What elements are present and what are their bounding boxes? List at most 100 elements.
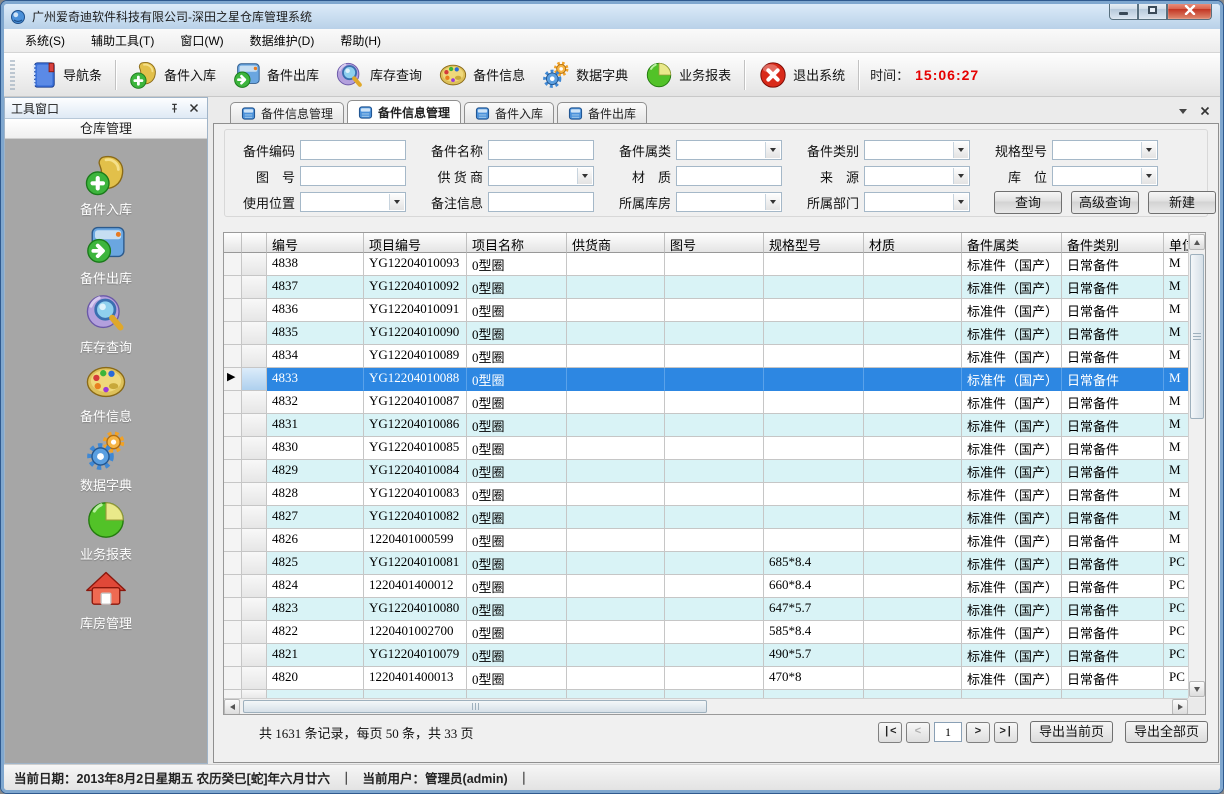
sidebar-item-parts-out[interactable]: 备件出库 [5,222,207,291]
scroll-up-icon[interactable] [1189,234,1205,250]
tab-parts-info-mgmt-1[interactable]: 备件信息管理 [230,102,344,123]
prev-page-button[interactable]: < [906,722,930,743]
column-header-spec-model[interactable]: 规格型号 [764,233,864,253]
menu-item-window[interactable]: 窗口(W) [167,29,236,52]
tab-parts-in[interactable]: 备件入库 [464,102,554,123]
column-header-supplier[interactable]: 供货商 [567,233,665,253]
menu-item-data-maintenance[interactable]: 数据维护(D) [237,29,328,52]
export-all-pages-button[interactable]: 导出全部页 [1125,721,1208,743]
part-name-input[interactable] [488,140,594,160]
chevron-down-icon[interactable] [953,142,968,158]
toolbar-navbar-button[interactable]: 导航条 [20,56,110,94]
table-row[interactable]: 4825YG122040100810型圈685*8.4标准件（国产）日常备件PC [224,552,1190,575]
column-header-part-attr[interactable]: 备件属类 [962,233,1062,253]
sidebar-item-biz-report[interactable]: 业务报表 [5,498,207,567]
table-row[interactable]: 4831YG122040100860型圈标准件（国产）日常备件M [224,414,1190,437]
table-row[interactable]: 4828YG122040100830型圈标准件（国产）日常备件M [224,483,1190,506]
table-row[interactable]: 4836YG122040100910型圈标准件（国产）日常备件M [224,299,1190,322]
table-row[interactable]: 4838YG122040100930型圈标准件（国产）日常备件M [224,253,1190,276]
toolbar-exit-button[interactable]: 退出系统 [750,56,853,94]
scroll-down-icon[interactable] [1189,681,1205,697]
column-header-unit[interactable]: 单位 [1164,233,1190,253]
vertical-scroll-thumb[interactable] [1190,254,1204,419]
last-page-button[interactable]: >| [994,722,1018,743]
toolbar-parts-out-button[interactable]: 备件出库 [224,56,327,94]
chevron-down-icon[interactable] [1141,142,1156,158]
chevron-down-icon[interactable] [765,142,780,158]
table-row[interactable]: 482012204014000130型圈470*8标准件（国产）日常备件PC [224,667,1190,690]
close-panel-icon[interactable] [187,101,201,115]
chevron-down-icon[interactable] [765,194,780,210]
minimize-button[interactable] [1109,1,1138,20]
table-row[interactable]: 4832YG122040100870型圈标准件（国产）日常备件M [224,391,1190,414]
horizontal-scroll-thumb[interactable] [243,700,707,713]
chevron-down-icon[interactable] [953,194,968,210]
column-header-id[interactable]: 编号 [267,233,364,253]
table-row[interactable]: 4834YG122040100890型圈标准件（国产）日常备件M [224,345,1190,368]
toolbar-data-dict-button[interactable]: 数据字典 [533,56,636,94]
table-row[interactable]: 4821YG122040100790型圈490*5.7标准件（国产）日常备件PC [224,644,1190,667]
sidebar-item-warehouse[interactable]: 库房管理 [5,567,207,636]
table-row[interactable]: 4835YG122040100900型圈标准件（国产）日常备件M [224,322,1190,345]
menu-item-help[interactable]: 帮助(H) [327,29,394,52]
supplier-combobox[interactable] [488,166,594,186]
table-row[interactable]: 4823YG122040100800型圈647*5.7标准件（国产）日常备件PC [224,598,1190,621]
toolbar-parts-info-button[interactable]: 备件信息 [430,56,533,94]
source-combobox[interactable] [864,166,970,186]
tab-parts-info-mgmt-2[interactable]: 备件信息管理 [347,100,461,123]
current-page-input[interactable]: 1 [934,722,962,742]
sidebar-item-data-dict[interactable]: 数据字典 [5,429,207,498]
first-page-button[interactable]: |< [878,722,902,743]
sidebar-item-parts-info[interactable]: 备件信息 [5,360,207,429]
table-row[interactable]: 4827YG122040100820型圈标准件（国产）日常备件M [224,506,1190,529]
close-button[interactable] [1167,1,1212,20]
table-row[interactable]: 4830YG122040100850型圈标准件（国产）日常备件M [224,437,1190,460]
use-position-combobox[interactable] [300,192,406,212]
toolbar-parts-in-button[interactable]: 备件入库 [121,56,224,94]
spec-model-combobox[interactable] [1052,140,1158,160]
table-row[interactable]: 4829YG122040100840型圈标准件（国产）日常备件M [224,460,1190,483]
vertical-scrollbar[interactable] [1188,233,1205,698]
column-header-part-class[interactable]: 备件类别 [1062,233,1164,253]
sidebar-item-parts-in[interactable]: 备件入库 [5,153,207,222]
pin-icon[interactable] [167,101,181,115]
table-row[interactable]: 482412204014000120型圈660*8.4标准件（国产）日常备件PC [224,575,1190,598]
department-combobox[interactable] [864,192,970,212]
sidebar-item-stock-query[interactable]: 库存查询 [5,291,207,360]
scroll-left-icon[interactable] [224,699,240,715]
query-button[interactable]: 查询 [994,191,1062,214]
advanced-query-button[interactable]: 高级查询 [1071,191,1139,214]
export-current-page-button[interactable]: 导出当前页 [1030,721,1113,743]
drawing-no-input[interactable] [300,166,406,186]
column-header-drawing-no[interactable]: 图号 [665,233,764,253]
column-header-material[interactable]: 材质 [864,233,962,253]
next-page-button[interactable]: > [966,722,990,743]
tab-list-chevron-down-icon[interactable] [1176,104,1190,118]
toolbar-grip-handle[interactable] [10,60,15,90]
menu-item-tools[interactable]: 辅助工具(T) [78,29,167,52]
maximize-button[interactable] [1138,1,1167,20]
chevron-down-icon[interactable] [953,168,968,184]
chevron-down-icon[interactable] [389,194,404,210]
material-input[interactable] [676,166,782,186]
remark-input[interactable] [488,192,594,212]
part-class-combobox[interactable] [864,140,970,160]
horizontal-scrollbar[interactable] [224,698,1188,714]
scroll-right-icon[interactable] [1172,699,1188,715]
table-row[interactable]: ▶4833YG122040100880型圈标准件（国产）日常备件M [224,368,1190,391]
toolbar-biz-report-button[interactable]: 业务报表 [636,56,739,94]
table-row[interactable]: 482212204010027000型圈585*8.4标准件（国产）日常备件PC [224,621,1190,644]
part-attr-combobox[interactable] [676,140,782,160]
chevron-down-icon[interactable] [1141,168,1156,184]
menu-item-system[interactable]: 系统(S) [12,29,78,52]
new-button[interactable]: 新建 [1148,191,1216,214]
chevron-down-icon[interactable] [577,168,592,184]
column-header-project-no[interactable]: 项目编号 [364,233,467,253]
toolbar-stock-query-button[interactable]: 库存查询 [327,56,430,94]
column-header-project-name[interactable]: 项目名称 [467,233,567,253]
table-row[interactable]: 4837YG122040100920型圈标准件（国产）日常备件M [224,276,1190,299]
part-code-input[interactable] [300,140,406,160]
tab-parts-out[interactable]: 备件出库 [557,102,647,123]
table-row[interactable]: 482612204010005990型圈标准件（国产）日常备件M [224,529,1190,552]
tab-close-icon[interactable] [1198,104,1212,118]
